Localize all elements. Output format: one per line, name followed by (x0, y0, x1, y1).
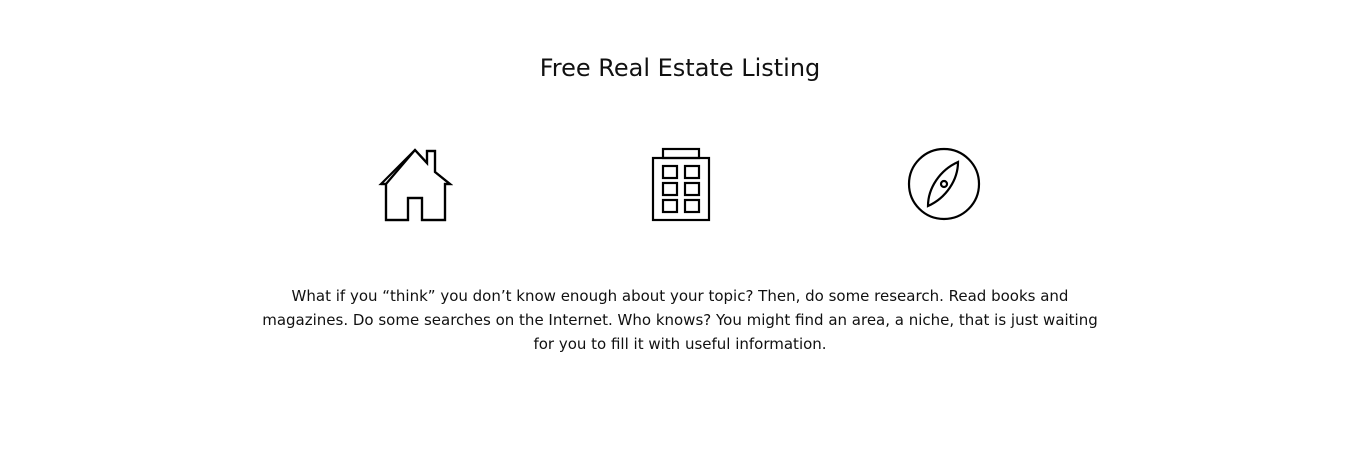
building-icon (642, 146, 718, 222)
compass-icon (906, 146, 982, 222)
section-title: Free Real Estate Listing (539, 54, 821, 82)
section-description: What if you “think” you don’t know enoug… (262, 287, 1098, 353)
features-section: Free Real Estate Listing What if you “th… (0, 0, 1360, 470)
house-icon (378, 146, 454, 222)
